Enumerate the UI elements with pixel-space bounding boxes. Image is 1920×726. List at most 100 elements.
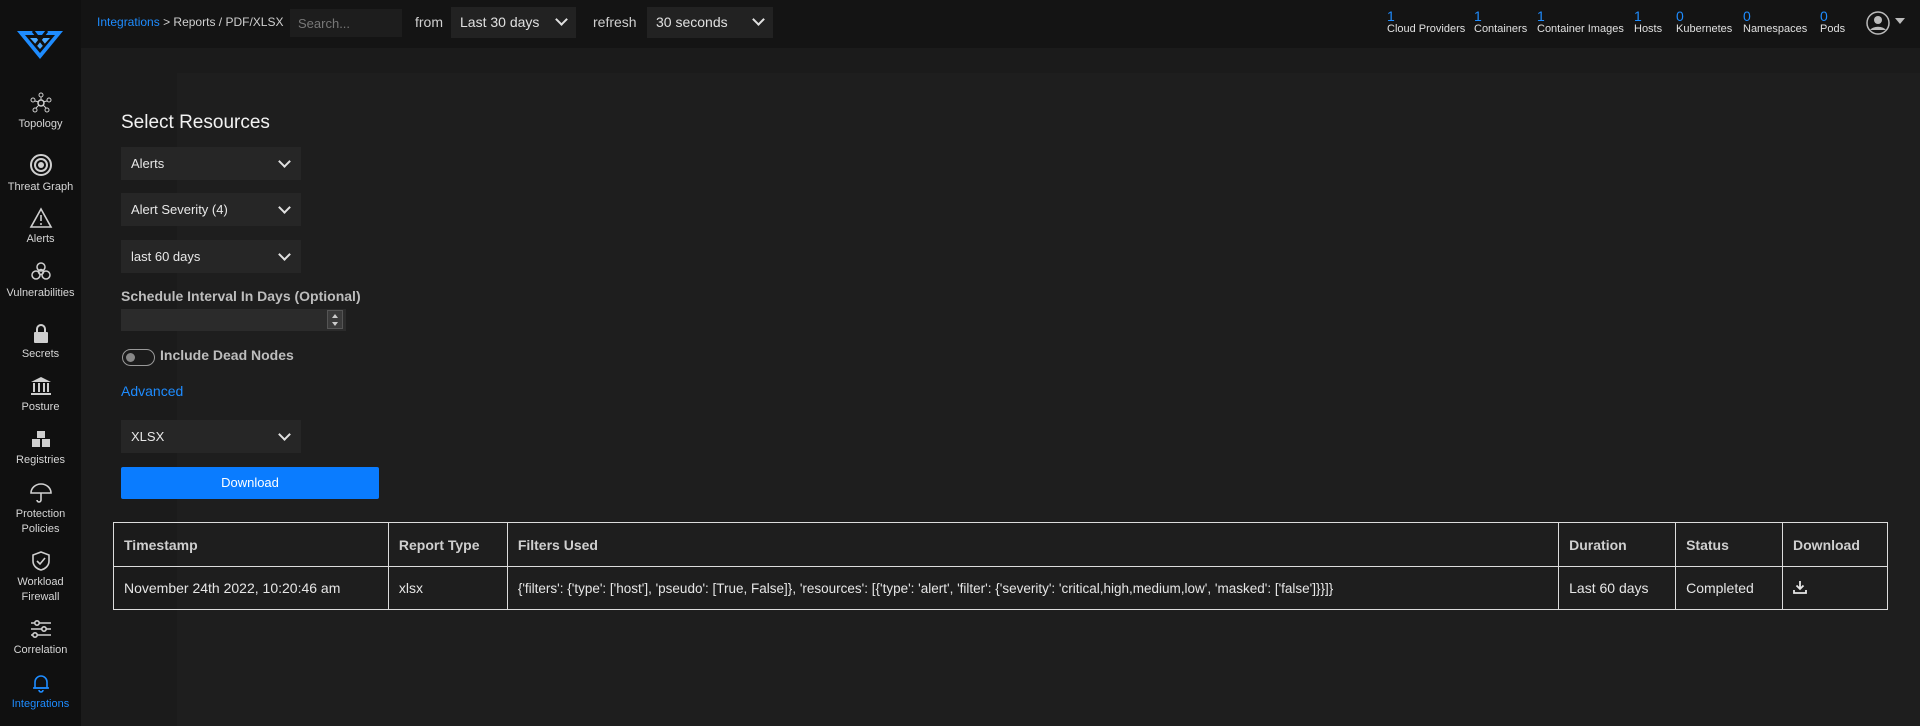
nav-label: Alerts <box>26 233 55 245</box>
resource-select[interactable]: Alerts <box>121 147 301 180</box>
reports-table: Timestamp Report Type Filters Used Durat… <box>113 522 1888 610</box>
nav-label: Secrets <box>21 348 60 360</box>
chevron-down-icon <box>278 248 291 261</box>
nav-label: Posture <box>21 401 60 413</box>
chevron-down-icon[interactable] <box>1895 18 1905 24</box>
nav-secrets[interactable]: Secrets <box>0 322 81 362</box>
breadcrumb-current: Reports / PDF/XLSX <box>173 15 284 29</box>
stat-count: 1 <box>1474 8 1482 24</box>
bell-icon <box>32 675 49 693</box>
refresh-interval-select[interactable]: 30 seconds <box>647 7 773 38</box>
resource-value: Alerts <box>131 156 165 171</box>
severity-value: Alert Severity (4) <box>131 202 228 217</box>
interval-label: Schedule Interval In Days (Optional) <box>121 288 361 304</box>
stat-kubernetes[interactable]: 0 Kubernetes <box>1676 9 1732 35</box>
chevron-down-icon <box>555 13 568 26</box>
chevron-down-icon <box>278 155 291 168</box>
stat-count: 0 <box>1743 8 1751 24</box>
threat-graph-icon <box>29 154 52 176</box>
stat-label: Hosts <box>1634 23 1663 35</box>
stat-namespaces[interactable]: 0 Namespaces <box>1743 9 1807 35</box>
nav-integrations[interactable]: Integrations <box>0 672 81 712</box>
stat-label: Container Images <box>1537 23 1624 35</box>
nav-threat-graph[interactable]: Threat Graph <box>0 153 81 195</box>
alert-icon <box>29 207 52 228</box>
duration-select[interactable]: last 60 days <box>121 240 301 273</box>
stat-count: 1 <box>1387 8 1395 24</box>
nav-protection-policies[interactable]: Protection Policies <box>0 482 81 537</box>
chevron-down-icon <box>278 201 291 214</box>
biohazard-icon <box>30 262 51 280</box>
top-bar: Integrations > Reports / PDF/XLSX from L… <box>81 0 1920 48</box>
refresh-interval-value: 30 seconds <box>656 14 728 30</box>
dead-nodes-toggle[interactable] <box>122 349 155 366</box>
stat-pods[interactable]: 0 Pods <box>1820 9 1845 35</box>
table-header-row: Timestamp Report Type Filters Used Durat… <box>113 522 1888 567</box>
lock-icon <box>33 324 48 343</box>
interval-stepper[interactable] <box>327 310 343 329</box>
logo-icon[interactable] <box>17 27 63 61</box>
format-value: XLSX <box>131 429 165 444</box>
umbrella-icon <box>29 483 52 503</box>
breadcrumb: Integrations > Reports / PDF/XLSX <box>97 15 283 29</box>
refresh-label: refresh <box>593 14 637 30</box>
nav-vulnerabilities[interactable]: Vulnerabilities <box>0 261 81 301</box>
breadcrumb-separator: > <box>163 15 171 29</box>
interval-input[interactable] <box>121 309 346 331</box>
nav-alerts[interactable]: Alerts <box>0 207 81 247</box>
format-select[interactable]: XLSX <box>121 420 301 453</box>
column-header: Timestamp <box>113 522 389 567</box>
stat-label: Namespaces <box>1743 23 1808 35</box>
column-header: Filters Used <box>506 522 1560 567</box>
stat-label: Pods <box>1820 23 1846 35</box>
nav-correlation[interactable]: Correlation <box>0 618 81 658</box>
download-icon[interactable] <box>1793 580 1807 594</box>
sidebar: Topology Threat Graph Alerts Vulnerabili… <box>0 0 81 726</box>
report-panel <box>177 73 1920 726</box>
table-row: November 24th 2022, 10:20:46 am xlsx {'f… <box>113 566 1888 610</box>
severity-select[interactable]: Alert Severity (4) <box>121 193 301 226</box>
time-range-value: Last 30 days <box>460 14 540 30</box>
stat-hosts[interactable]: 1 Hosts <box>1634 9 1662 35</box>
time-range-select[interactable]: Last 30 days <box>451 7 576 38</box>
shield-icon <box>31 551 50 571</box>
nav-topology[interactable]: Topology <box>0 92 81 132</box>
stat-count: 0 <box>1820 8 1828 24</box>
stat-container-images[interactable]: 1 Container Images <box>1537 9 1624 35</box>
nav-posture[interactable]: Posture <box>0 375 81 415</box>
column-header: Status <box>1675 522 1784 567</box>
nav-label: Threat Graph <box>7 181 74 193</box>
stat-cloud-providers[interactable]: 1 Cloud Providers <box>1387 9 1465 35</box>
stat-containers[interactable]: 1 Containers <box>1474 9 1527 35</box>
nav-label: Workload Firewall <box>17 576 64 603</box>
stat-label: Kubernetes <box>1676 23 1733 35</box>
cell-filters: {'filters': {'type': ['host'], 'pseudo':… <box>506 566 1560 610</box>
main-content <box>81 48 1920 726</box>
duration-value: last 60 days <box>131 249 201 264</box>
user-avatar-icon[interactable] <box>1866 11 1890 35</box>
stat-count: 1 <box>1634 8 1642 24</box>
stat-count: 1 <box>1537 8 1545 24</box>
column-header: Report Type <box>387 522 508 567</box>
nav-registries[interactable]: Registries <box>0 428 81 468</box>
breadcrumb-integrations-link[interactable]: Integrations <box>97 15 160 29</box>
nav-label: Registries <box>16 454 65 466</box>
search-input[interactable] <box>290 9 402 37</box>
cell-status: Completed <box>1675 566 1784 610</box>
topology-icon <box>30 92 51 113</box>
download-button[interactable]: Download <box>121 467 379 499</box>
chevron-down-icon <box>278 428 291 441</box>
cell-report-type: xlsx <box>387 566 508 610</box>
registries-icon <box>31 431 50 447</box>
stat-label: Cloud Providers <box>1387 23 1466 35</box>
stat-count: 0 <box>1676 8 1684 24</box>
cell-timestamp: November 24th 2022, 10:20:46 am <box>113 566 389 610</box>
column-header: Download <box>1782 522 1888 567</box>
column-header: Duration <box>1558 522 1677 567</box>
cell-download <box>1782 566 1888 610</box>
advanced-link[interactable]: Advanced <box>121 383 183 399</box>
sliders-icon <box>30 619 51 639</box>
nav-workload-firewall[interactable]: Workload Firewall <box>0 550 81 605</box>
dead-nodes-label: Include Dead Nodes <box>160 347 294 363</box>
nav-label: Vulnerabilities <box>6 287 75 299</box>
